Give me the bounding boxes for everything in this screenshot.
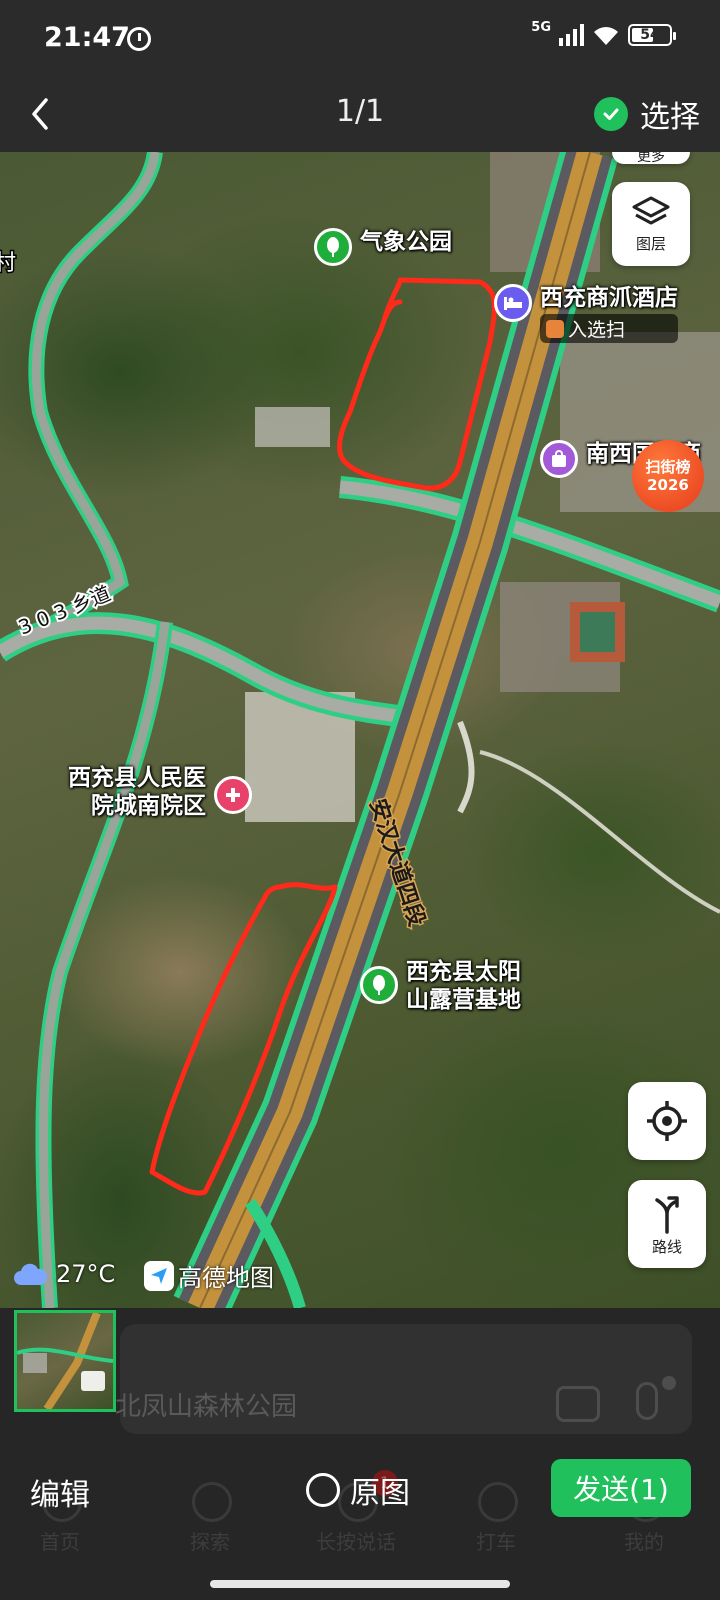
camera-icon xyxy=(556,1386,600,1422)
park-icon xyxy=(314,228,352,266)
route-label: 路线 xyxy=(651,1237,682,1256)
title-bar: 1/1 选择 xyxy=(0,76,720,152)
locate-button[interactable] xyxy=(628,1082,706,1160)
camp-icon xyxy=(360,966,398,1004)
background-search-text: 北凤山森林公园 xyxy=(115,1392,298,1422)
selected-image-thumbnail[interactable] xyxy=(14,1310,116,1412)
poi-label: 西充商沠酒店 xyxy=(540,285,678,311)
layers-icon xyxy=(632,196,670,224)
street-badge-title: 扫街榜 xyxy=(645,458,691,476)
street-ranking-badge[interactable]: 扫街榜 2026 xyxy=(632,440,704,512)
status-time: 21:47 xyxy=(44,22,130,53)
partial-place-label: 村 xyxy=(0,251,16,276)
poi-camping[interactable]: 西充县太阳 山露营基地 xyxy=(360,958,521,1014)
annotation-stroke-upper xyxy=(337,277,497,491)
amap-brand-text: 高德地图 xyxy=(178,1264,274,1292)
hotel-icon xyxy=(494,284,532,322)
more-label: 更多 xyxy=(637,152,665,165)
more-button[interactable]: 更多 xyxy=(612,152,690,164)
poi-hotel[interactable]: 西充商沠酒店 入选扫 xyxy=(494,284,678,343)
wifi-icon xyxy=(594,27,618,45)
weather-indicator: 27°C xyxy=(12,1260,115,1288)
image-preview-screen: 21:47 5G 54 1/1 选择 3 0 3 乡道 安汉大道四段 村 气象公… xyxy=(0,0,720,1600)
shopping-icon xyxy=(540,440,578,478)
hospital-icon xyxy=(214,776,252,814)
poi-label: 气象公园 xyxy=(360,229,452,255)
select-label: 选择 xyxy=(640,100,700,135)
battery-icon: 54 xyxy=(628,24,676,46)
arrow-badge-icon xyxy=(546,319,564,338)
edit-button[interactable]: 编辑 xyxy=(30,1470,90,1514)
satellite-map-image: 3 0 3 乡道 安汉大道四段 村 气象公园 西充商沠酒店 入选扫 西充县人民医… xyxy=(0,152,720,1308)
amap-brand: 高德地图 xyxy=(144,1258,274,1293)
layers-button[interactable]: 图层 xyxy=(612,182,690,266)
poi-meteorology-park[interactable]: 气象公园 xyxy=(314,228,452,266)
cloud-icon xyxy=(14,1263,48,1285)
microphone-icon xyxy=(636,1382,658,1420)
status-indicators: 5G 54 xyxy=(531,20,676,46)
street-badge-year: 2026 xyxy=(647,476,689,494)
layers-label: 图层 xyxy=(635,234,666,253)
route-button[interactable]: 路线 xyxy=(628,1180,706,1268)
alarm-icon xyxy=(127,27,151,51)
poi-sublabel: 入选扫 xyxy=(568,319,626,341)
check-circle-icon xyxy=(594,97,628,131)
select-button[interactable]: 选择 xyxy=(594,90,700,138)
status-bar: 21:47 5G 54 xyxy=(0,0,720,76)
bottom-action-bar: 编辑 原图 发送(1) xyxy=(0,1450,720,1550)
original-label: 原图 xyxy=(350,1476,410,1511)
original-image-toggle[interactable]: 原图 xyxy=(306,1468,410,1512)
poi-label: 西充县太阳 山露营基地 xyxy=(406,959,521,1013)
poi-label: 西充县人民医 院城南院区 xyxy=(68,765,206,819)
poi-hospital[interactable]: 西充县人民医 院城南院区 xyxy=(68,764,252,820)
notification-dot xyxy=(662,1376,676,1390)
thumbnail-preview xyxy=(17,1313,113,1409)
crosshair-icon xyxy=(647,1101,687,1141)
signal-icon xyxy=(559,24,584,46)
temperature-text: 27°C xyxy=(56,1260,116,1288)
home-indicator[interactable] xyxy=(210,1580,510,1588)
send-button[interactable]: 发送(1) xyxy=(551,1459,691,1517)
network-type: 5G xyxy=(531,19,551,35)
amap-logo-icon xyxy=(144,1260,174,1291)
radio-circle-icon xyxy=(306,1473,340,1507)
battery-text: 54 xyxy=(640,27,660,43)
route-arrow-icon xyxy=(655,1195,679,1234)
